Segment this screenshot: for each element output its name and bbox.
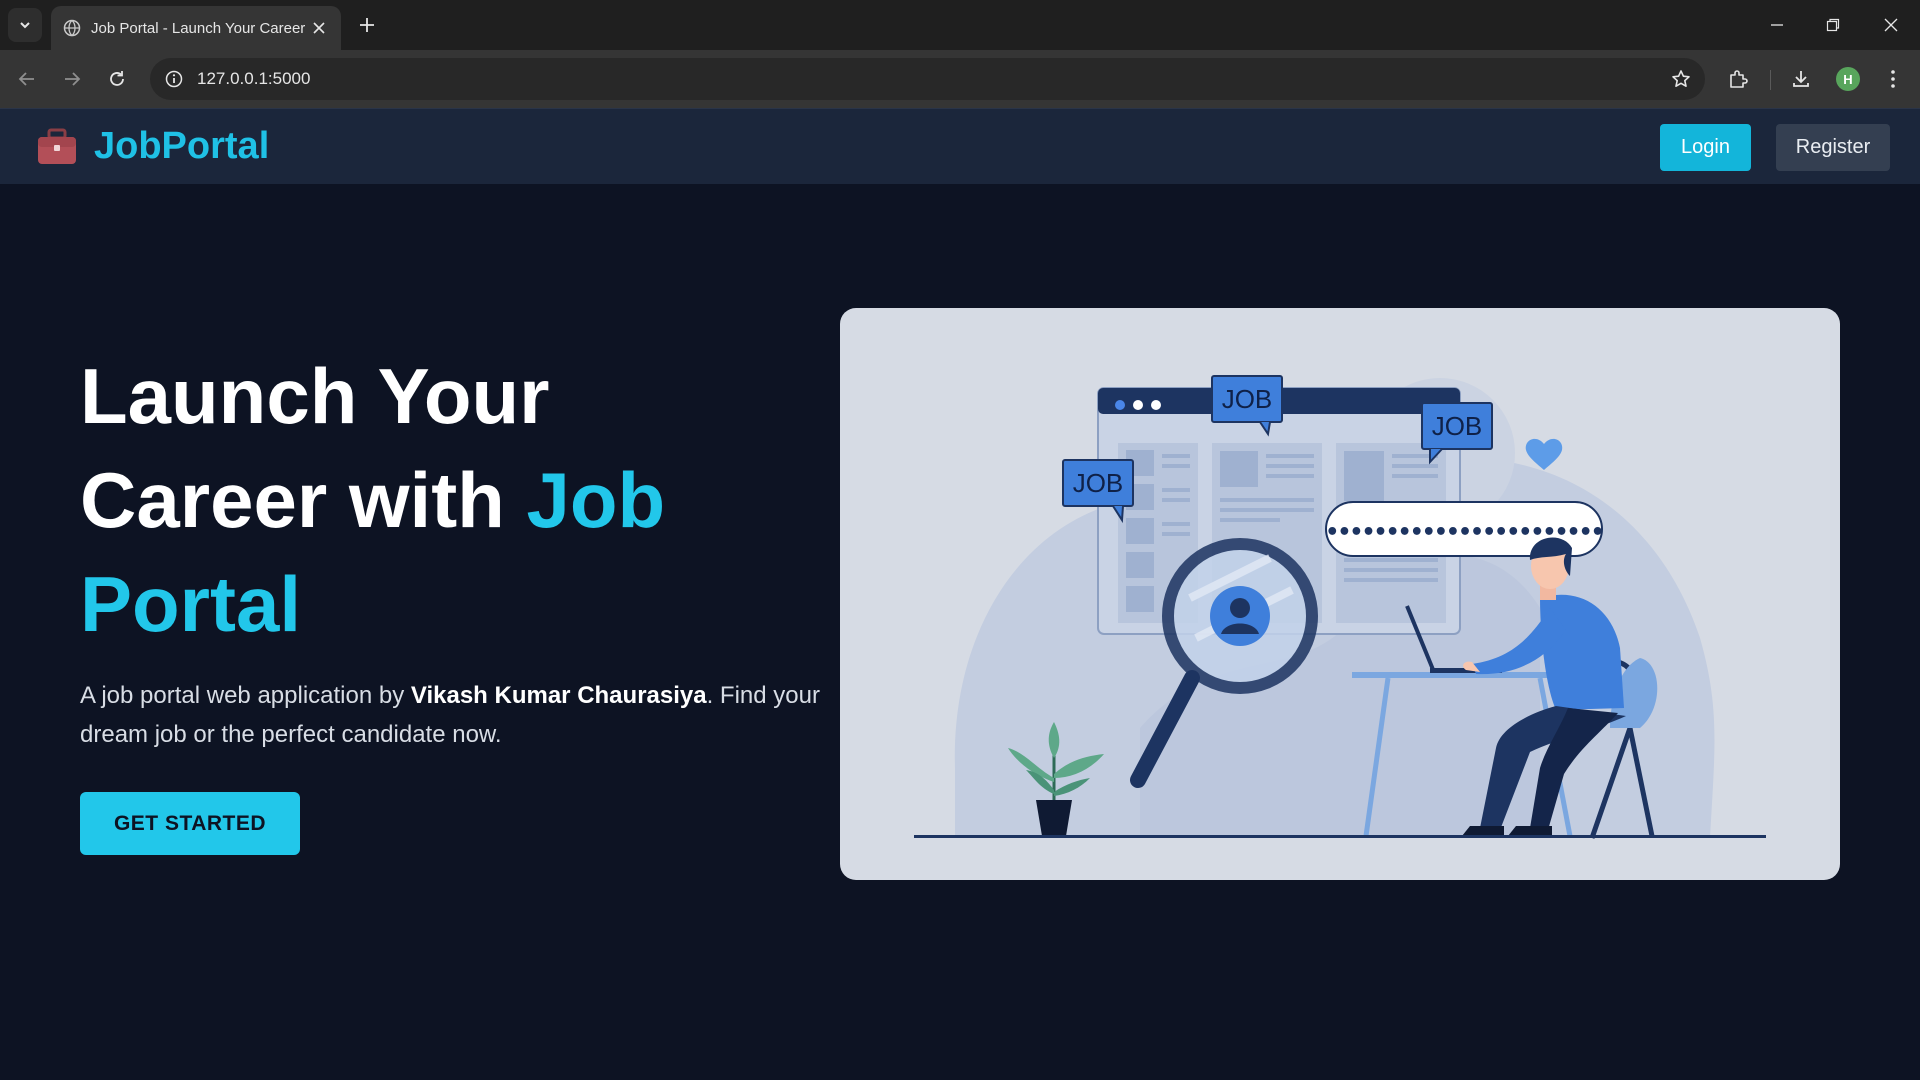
minimize-window-button[interactable] [1762,10,1792,40]
brand-link[interactable]: JobPortal [36,125,269,168]
hero-description: A job portal web application by Vikash K… [80,676,840,754]
job-bubble-3-label: JOB [1073,468,1124,498]
tab-search-button[interactable] [8,8,42,42]
forward-button[interactable] [55,62,89,96]
back-button[interactable] [10,62,44,96]
register-button[interactable]: Register [1776,124,1890,171]
url-text: 127.0.0.1:5000 [197,69,311,88]
puzzle-icon [1730,70,1748,88]
site-navbar: JobPortal Login Register [0,108,1920,184]
hero-desc-prefix: A job portal web application by [80,682,411,709]
hero-desc-author: Vikash Kumar Chaurasiya [410,682,707,709]
extensions-button[interactable] [1721,62,1755,96]
login-button[interactable]: Login [1660,124,1751,171]
star-icon [1672,70,1690,87]
address-bar[interactable]: 127.0.0.1:5000 [150,58,1705,100]
plus-icon [360,18,374,32]
hero-title-line2: Career with [80,456,527,544]
new-tab-button[interactable] [354,12,380,38]
brand-name: JobPortal [94,125,270,167]
hero-title-line1: Launch Your [80,352,550,440]
close-icon [1884,18,1898,32]
more-vertical-icon [1891,70,1895,88]
hero-title: Launch Your Career with Job Portal [80,344,800,656]
tab-title: Job Portal - Launch Your Career [91,19,306,37]
arrow-right-icon [65,72,81,86]
reload-button[interactable] [100,62,134,96]
downloads-button[interactable] [1784,62,1818,96]
arrow-left-icon [18,72,34,86]
close-window-button[interactable] [1876,10,1906,40]
job-bubble-1-label: JOB [1222,384,1273,414]
download-icon [1793,71,1809,87]
heart-icon [1525,438,1563,470]
get-started-button[interactable]: GET STARTED [80,792,300,855]
job-bubble-2-label: JOB [1432,411,1483,441]
job-search-illustration: JOB JOB JOB ••••••••••••••••••••••• [914,375,1766,839]
bookmark-button[interactable] [1667,65,1695,93]
close-icon [313,22,325,34]
profile-avatar[interactable]: H [1836,67,1860,91]
browser-toolbar: 127.0.0.1:5000 [0,50,1920,108]
reload-icon [110,71,124,86]
minimize-icon [1771,24,1783,26]
hero-title-accent-portal: Portal [80,560,302,648]
browser-tab-active[interactable]: Job Portal - Launch Your Career [51,6,341,50]
hero-title-accent-job: Job [526,456,666,544]
globe-icon [63,19,81,37]
browser-menu-button[interactable] [1876,62,1910,96]
restore-window-button[interactable] [1818,10,1848,40]
toolbar-divider [1770,70,1771,90]
ground-line [914,835,1766,838]
browser-tabstrip: Job Portal - Launch Your Career [0,0,1920,50]
briefcase-icon [38,128,76,164]
restore-icon [1826,18,1840,32]
chevron-down-icon [20,22,30,29]
tab-close-button[interactable] [309,18,329,38]
site-info-button[interactable] [160,65,188,93]
hero-illustration-card: JOB JOB JOB ••••••••••••••••••••••• [840,308,1840,880]
info-icon [165,70,183,88]
